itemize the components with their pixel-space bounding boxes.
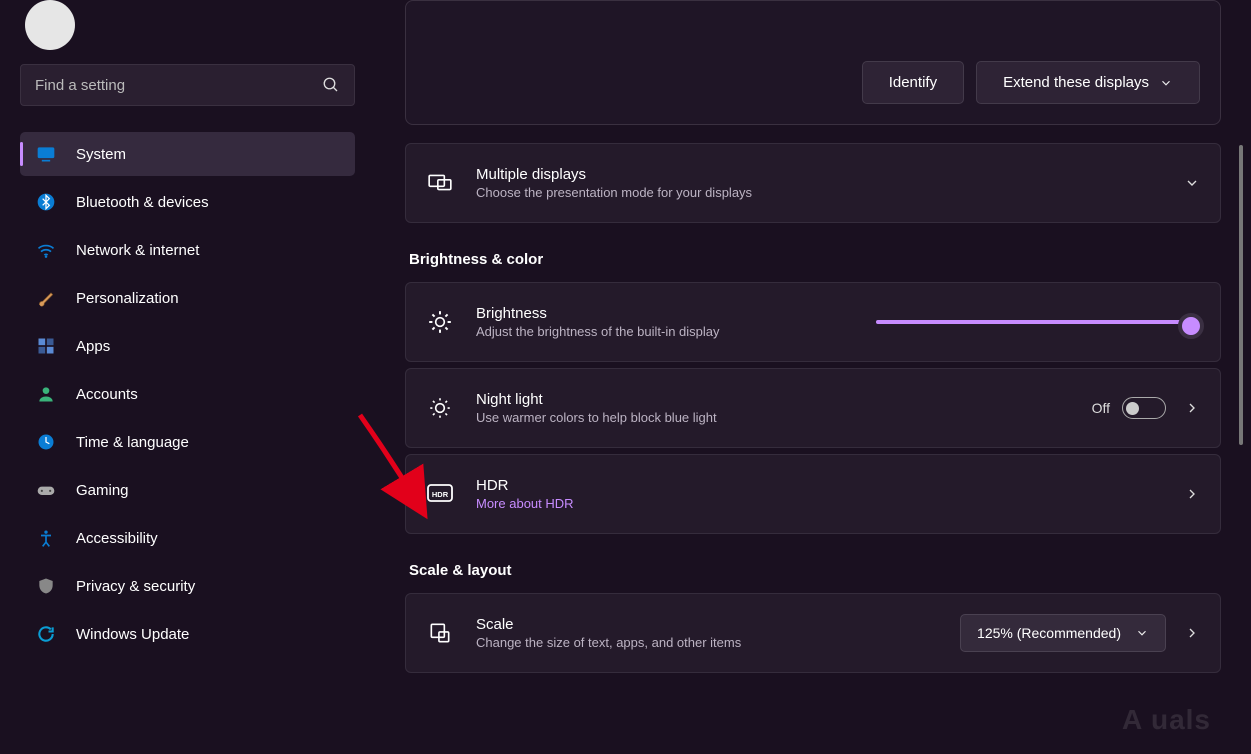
svg-text:HDR: HDR: [432, 490, 449, 499]
toggle-state-label: Off: [1092, 400, 1110, 416]
hdr-icon: HDR: [426, 480, 454, 508]
accessibility-icon: [34, 528, 58, 548]
sidebar-item-windows-update[interactable]: Windows Update: [20, 612, 355, 656]
clock-globe-icon: [34, 432, 58, 452]
brush-icon: [34, 288, 58, 308]
sidebar-item-accounts[interactable]: Accounts: [20, 372, 355, 416]
person-icon: [34, 384, 58, 404]
brightness-row: Brightness Adjust the brightness of the …: [405, 282, 1221, 362]
sidebar-item-system[interactable]: System: [20, 132, 355, 176]
main-content: Identify Extend these displays Multiple …: [375, 0, 1251, 754]
sidebar-item-apps[interactable]: Apps: [20, 324, 355, 368]
sidebar-item-bluetooth[interactable]: Bluetooth & devices: [20, 180, 355, 224]
section-heading-scale: Scale & layout: [409, 562, 1221, 579]
night-light-icon: [426, 394, 454, 422]
night-light-toggle[interactable]: [1122, 397, 1166, 419]
sidebar-item-label: Apps: [76, 338, 110, 355]
setting-title: Brightness: [476, 305, 876, 322]
extend-displays-dropdown[interactable]: Extend these displays: [976, 61, 1200, 104]
hdr-more-link[interactable]: More about HDR: [476, 496, 1166, 511]
setting-desc: Choose the presentation mode for your di…: [476, 185, 1166, 200]
multiple-displays-row[interactable]: Multiple displays Choose the presentatio…: [405, 143, 1221, 223]
sidebar-item-label: Time & language: [76, 434, 189, 451]
sun-icon: [426, 308, 454, 336]
displays-icon: [426, 169, 454, 197]
setting-title: HDR: [476, 477, 1166, 494]
night-light-row[interactable]: Night light Use warmer colors to help bl…: [405, 368, 1221, 448]
brightness-slider[interactable]: [876, 320, 1196, 324]
update-icon: [34, 624, 58, 644]
search-input[interactable]: [35, 77, 322, 94]
sidebar-item-personalization[interactable]: Personalization: [20, 276, 355, 320]
apps-icon: [34, 336, 58, 356]
search-box[interactable]: [20, 64, 355, 106]
chevron-down-icon: [1159, 76, 1173, 90]
chevron-down-icon: [1135, 626, 1149, 640]
sidebar-item-label: System: [76, 146, 126, 163]
scale-dropdown[interactable]: 125% (Recommended): [960, 614, 1166, 652]
identify-button[interactable]: Identify: [862, 61, 964, 104]
sidebar-item-label: Privacy & security: [76, 578, 195, 595]
chevron-right-icon: [1184, 400, 1200, 416]
setting-title: Night light: [476, 391, 1092, 408]
scale-row[interactable]: Scale Change the size of text, apps, and…: [405, 593, 1221, 673]
chevron-right-icon: [1184, 625, 1200, 641]
sidebar-item-label: Personalization: [76, 290, 179, 307]
sidebar-item-label: Network & internet: [76, 242, 199, 259]
sidebar-item-label: Accounts: [76, 386, 138, 403]
bluetooth-icon: [34, 192, 58, 212]
setting-title: Multiple displays: [476, 166, 1166, 183]
shield-icon: [34, 576, 58, 596]
sidebar-item-privacy[interactable]: Privacy & security: [20, 564, 355, 608]
display-icon: [34, 144, 58, 164]
chevron-right-icon: [1184, 486, 1200, 502]
sidebar-item-label: Bluetooth & devices: [76, 194, 209, 211]
setting-title: Scale: [476, 616, 960, 633]
chevron-down-icon: [1184, 175, 1200, 191]
sidebar-item-accessibility[interactable]: Accessibility: [20, 516, 355, 560]
slider-thumb[interactable]: [1178, 313, 1204, 339]
watermark: A uals: [1122, 704, 1211, 736]
sidebar-item-time-language[interactable]: Time & language: [20, 420, 355, 464]
sidebar-item-label: Gaming: [76, 482, 129, 499]
sidebar-item-label: Accessibility: [76, 530, 158, 547]
setting-desc: Use warmer colors to help block blue lig…: [476, 410, 1092, 425]
wifi-icon: [34, 240, 58, 260]
scrollbar[interactable]: [1239, 145, 1243, 445]
section-heading-brightness: Brightness & color: [409, 251, 1221, 268]
user-avatar[interactable]: [25, 0, 75, 50]
sidebar-item-network[interactable]: Network & internet: [20, 228, 355, 272]
sidebar-item-label: Windows Update: [76, 626, 189, 643]
setting-desc: Change the size of text, apps, and other…: [476, 635, 960, 650]
setting-desc: Adjust the brightness of the built-in di…: [476, 324, 876, 339]
hdr-row[interactable]: HDR HDR More about HDR: [405, 454, 1221, 534]
sidebar-item-gaming[interactable]: Gaming: [20, 468, 355, 512]
gamepad-icon: [34, 480, 58, 500]
display-arrangement-card: Identify Extend these displays: [405, 0, 1221, 125]
search-icon: [322, 76, 340, 94]
sidebar: System Bluetooth & devices Network & int…: [0, 0, 375, 754]
scale-icon: [426, 619, 454, 647]
